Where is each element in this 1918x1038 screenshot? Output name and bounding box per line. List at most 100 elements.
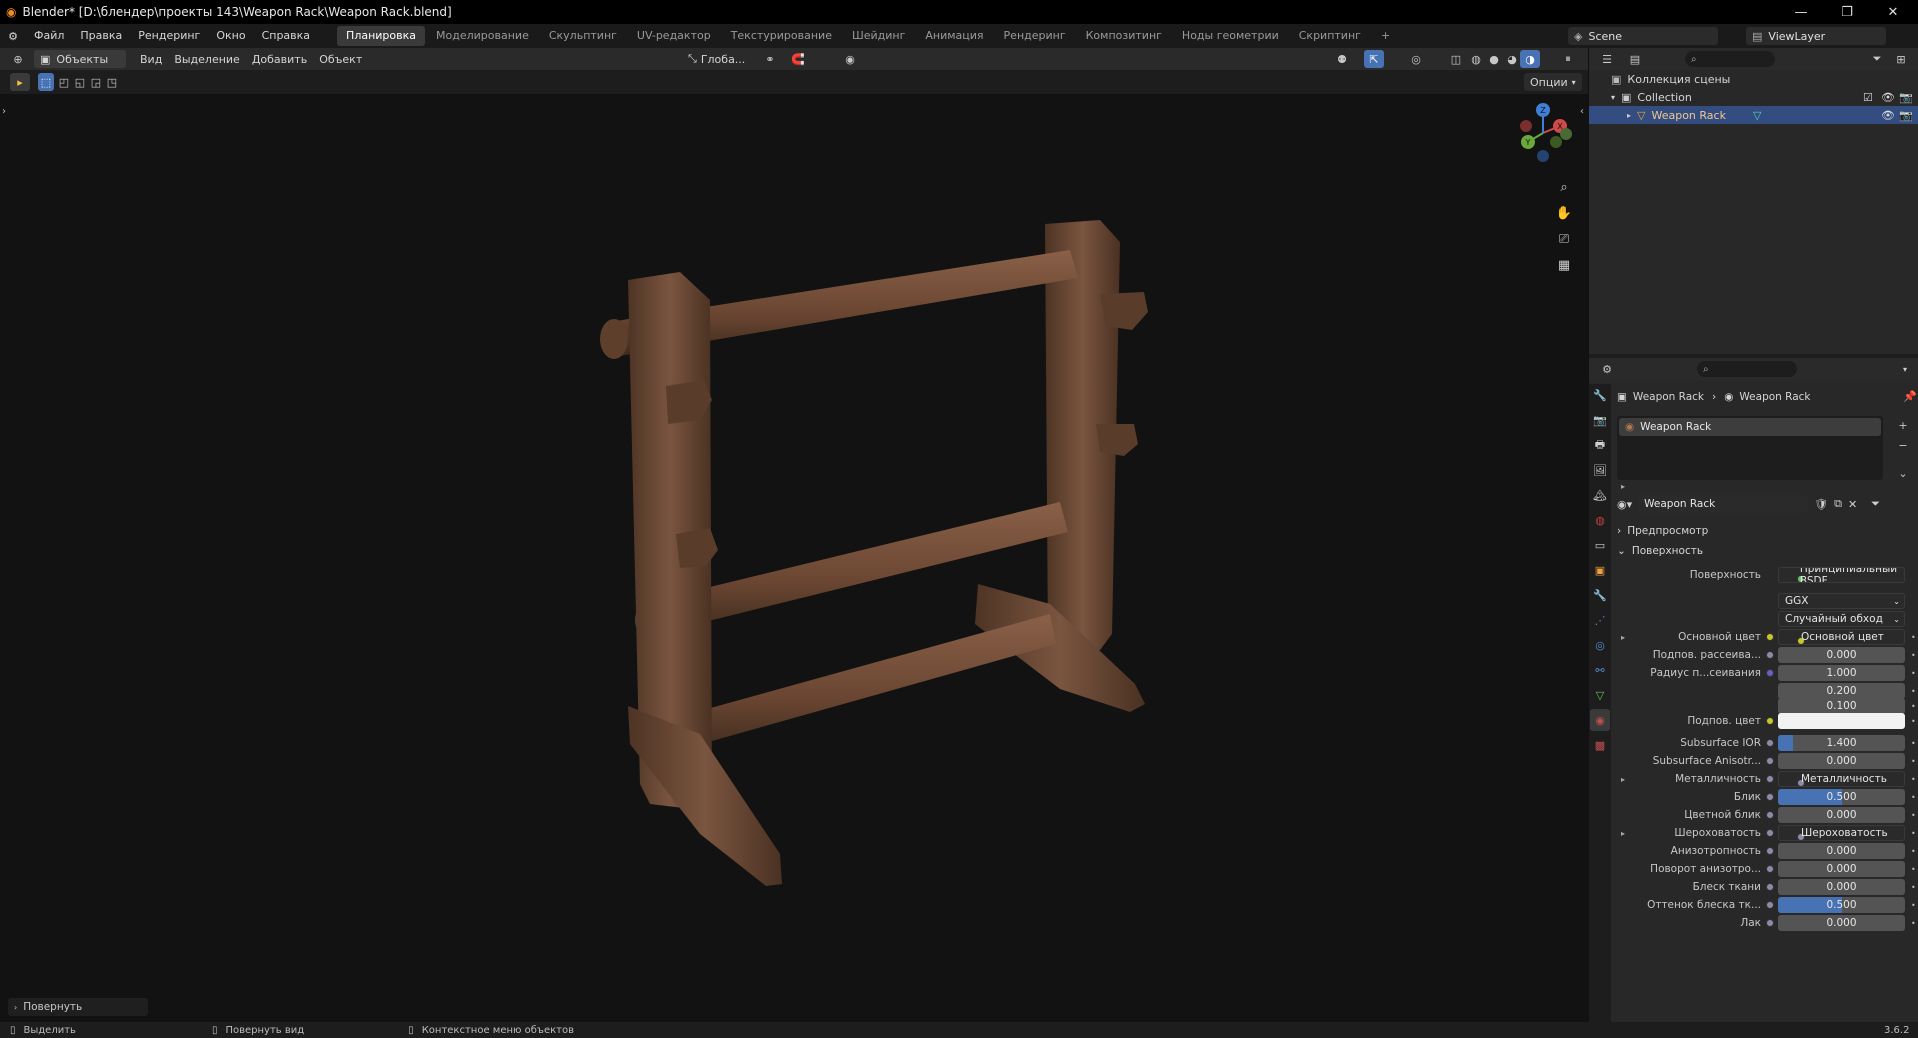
- keyframe-dot-icon[interactable]: •: [1911, 717, 1916, 726]
- last-operator-panel[interactable]: › Повернуть: [8, 998, 148, 1016]
- material-shading-icon[interactable]: ◕: [1502, 50, 1522, 68]
- workspace-tab-compositing[interactable]: Композитинг: [1077, 26, 1171, 46]
- pin-icon[interactable]: 📌: [1903, 390, 1917, 403]
- workspace-tab-layout[interactable]: Планировка: [337, 26, 426, 46]
- duplicate-material-icon[interactable]: ⧉: [1834, 497, 1842, 511]
- menu-window[interactable]: Окно: [208, 24, 253, 48]
- menu-file[interactable]: Файл: [26, 24, 72, 48]
- pause-render-icon[interactable]: ⏸: [1558, 50, 1578, 68]
- workspace-tab-uv-editing[interactable]: UV-редактор: [628, 26, 720, 46]
- properties-editor-type-icon[interactable]: ⚙: [1597, 360, 1617, 378]
- number-field[interactable]: 0.000: [1778, 843, 1905, 859]
- wireframe-shading-icon[interactable]: ◍: [1466, 50, 1486, 68]
- socket-icon[interactable]: [1766, 717, 1774, 725]
- number-field[interactable]: 1.400: [1778, 735, 1905, 751]
- view-layer-tab-icon[interactable]: 🖼: [1590, 459, 1610, 481]
- proportional-edit-icon[interactable]: ◉: [840, 50, 860, 68]
- exclude-checkbox-icon[interactable]: ☑: [1863, 91, 1873, 104]
- workspace-tab-texture-paint[interactable]: Текстурирование: [722, 26, 841, 46]
- socket-icon[interactable]: [1766, 651, 1774, 659]
- socket-icon[interactable]: [1766, 829, 1774, 837]
- menu-object[interactable]: Объект: [313, 50, 368, 68]
- node-tree-icon[interactable]: ⏷: [1871, 497, 1880, 511]
- number-field[interactable]: 1.000: [1778, 665, 1905, 681]
- expand-arrow-icon[interactable]: ▾: [1611, 93, 1615, 102]
- mesh-data-tab-icon[interactable]: ▽: [1590, 684, 1610, 706]
- solid-shading-icon[interactable]: ●: [1484, 50, 1504, 68]
- material-slot-item[interactable]: ◉ Weapon Rack: [1619, 418, 1881, 436]
- xray-toggle-icon[interactable]: ◫: [1446, 50, 1466, 68]
- number-field[interactable]: 0.000: [1778, 807, 1905, 823]
- keyframe-dot-icon[interactable]: •: [1911, 757, 1916, 766]
- physics-tab-icon[interactable]: ◎: [1590, 634, 1610, 656]
- view-layer-selector[interactable]: ▤ ViewLayer: [1746, 27, 1886, 45]
- rendered-shading-icon[interactable]: ◑: [1520, 50, 1540, 68]
- subsurface-method-dropdown[interactable]: Случайный обход ⌄: [1778, 611, 1905, 627]
- toolbar-collapse-icon[interactable]: ›: [2, 106, 6, 117]
- particles-tab-icon[interactable]: ⋰: [1590, 609, 1610, 631]
- outliner-object-row[interactable]: ▸ ▽ Weapon Rack ▽ 👁 📷: [1589, 106, 1918, 124]
- sidebar-toggle-icon[interactable]: ‹: [1580, 106, 1584, 117]
- keyframe-dot-icon[interactable]: •: [1911, 829, 1916, 838]
- number-field[interactable]: 0.000: [1778, 879, 1905, 895]
- keyframe-dot-icon[interactable]: •: [1911, 775, 1916, 784]
- properties-search-input[interactable]: ⌕: [1697, 361, 1797, 377]
- workspace-tab-shading[interactable]: Шейдинг: [843, 26, 914, 46]
- keyframe-dot-icon[interactable]: •: [1911, 793, 1916, 802]
- gizmo-toggle-icon[interactable]: ⇱: [1364, 50, 1384, 68]
- maximize-button[interactable]: ❐: [1824, 0, 1870, 24]
- linked-node-field[interactable]: Основной цвет: [1778, 629, 1905, 645]
- world-tab-icon[interactable]: ◍: [1590, 509, 1610, 531]
- socket-icon[interactable]: [1766, 633, 1774, 641]
- editor-type-icon[interactable]: ⊕: [8, 50, 28, 68]
- outliner-search-input[interactable]: ⌕: [1685, 51, 1775, 67]
- scene-selector[interactable]: ◈ Scene: [1568, 27, 1718, 45]
- menu-help[interactable]: Справка: [254, 24, 318, 48]
- number-field[interactable]: 0.000: [1778, 915, 1905, 931]
- linked-node-field[interactable]: Металличность: [1778, 771, 1905, 787]
- snap-icon[interactable]: 🧲: [788, 50, 808, 68]
- close-button[interactable]: ✕: [1870, 0, 1916, 24]
- number-field[interactable]: 0.000: [1778, 753, 1905, 769]
- keyframe-dot-icon[interactable]: •: [1911, 669, 1916, 678]
- 3d-viewport[interactable]: X Y Z ⌕ ✋ ⎚ ▦ ‹ › › Повернуть: [0, 94, 1588, 1022]
- keyframe-dot-icon[interactable]: •: [1911, 919, 1916, 928]
- overlay-toggle-icon[interactable]: ◎: [1406, 50, 1426, 68]
- chevron-down-icon[interactable]: ▾: [1903, 365, 1907, 374]
- color-field[interactable]: [1778, 713, 1905, 729]
- number-field[interactable]: 0.000: [1778, 861, 1905, 877]
- pivot-icon[interactable]: ⚭: [760, 50, 780, 68]
- keyframe-dot-icon[interactable]: •: [1911, 865, 1916, 874]
- options-dropdown[interactable]: Опции ▾: [1524, 73, 1582, 91]
- socket-icon[interactable]: [1766, 883, 1774, 891]
- number-field[interactable]: 0.500: [1778, 789, 1905, 805]
- unlink-material-icon[interactable]: ✕: [1848, 498, 1857, 511]
- object-tab-icon[interactable]: ▣: [1590, 559, 1610, 581]
- blender-menu-icon[interactable]: ⚙: [0, 30, 26, 43]
- workspace-tab-geometry-nodes[interactable]: Ноды геометрии: [1173, 26, 1288, 46]
- menu-add[interactable]: Добавить: [246, 50, 313, 68]
- keyframe-dot-icon[interactable]: •: [1911, 739, 1916, 748]
- keyframe-dot-icon[interactable]: •: [1911, 633, 1916, 642]
- number-field[interactable]: 0.000: [1778, 647, 1905, 663]
- workspace-tab-sculpting[interactable]: Скульптинг: [540, 26, 626, 46]
- eye-icon[interactable]: 👁: [1881, 91, 1895, 104]
- camera-icon[interactable]: 📷: [1899, 91, 1913, 104]
- socket-icon[interactable]: [1766, 669, 1774, 677]
- select-subtract-icon[interactable]: ◱: [72, 73, 88, 91]
- surface-shader-field[interactable]: Принципиальный BSDF: [1778, 567, 1905, 583]
- keyframe-dot-icon[interactable]: •: [1911, 687, 1916, 696]
- workspace-tab-rendering[interactable]: Рендеринг: [995, 26, 1075, 46]
- select-invert-icon[interactable]: ◲: [88, 73, 104, 91]
- add-slot-icon[interactable]: +: [1893, 416, 1913, 434]
- orientation-dropdown[interactable]: ⤡ Глоба...: [682, 50, 751, 68]
- render-tab-icon[interactable]: 📷: [1590, 409, 1610, 431]
- collection-tab-icon[interactable]: ▭: [1590, 534, 1610, 556]
- camera-view-icon[interactable]: ⎚: [1553, 228, 1575, 250]
- material-name-field[interactable]: Weapon Rack: [1638, 495, 1809, 513]
- menu-view[interactable]: Вид: [134, 50, 168, 68]
- perspective-grid-icon[interactable]: ▦: [1553, 254, 1575, 276]
- fake-user-icon[interactable]: 🛡: [1814, 498, 1828, 511]
- keyframe-dot-icon[interactable]: •: [1911, 811, 1916, 820]
- filter-icon[interactable]: ⏷: [1867, 50, 1887, 68]
